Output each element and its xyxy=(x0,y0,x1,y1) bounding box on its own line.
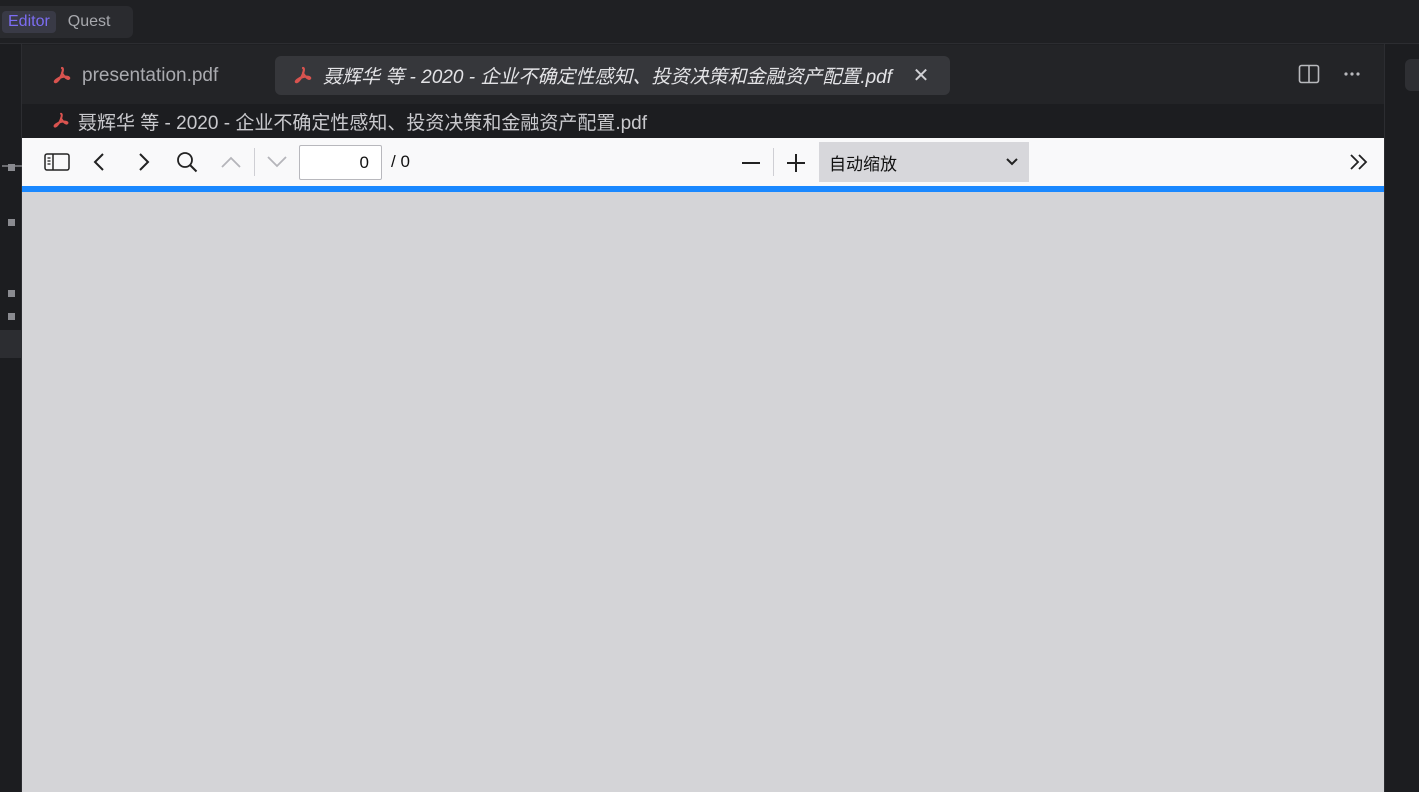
close-icon[interactable]: ✕ xyxy=(910,63,932,88)
pdf-viewer-area[interactable] xyxy=(22,192,1384,792)
pdf-icon xyxy=(53,66,71,83)
right-panel-tab[interactable] xyxy=(1405,59,1419,91)
breadcrumb: 聂辉华 等 - 2020 - 企业不确定性感知、投资决策和金融资产配置.pdf xyxy=(22,104,1384,138)
mode-quest-button[interactable]: Quest xyxy=(62,11,117,33)
zoom-in-icon[interactable] xyxy=(782,148,810,176)
mode-editor-button[interactable]: Editor xyxy=(2,11,56,33)
mode-switch: Editor Quest xyxy=(0,6,133,38)
more-options-icon[interactable] xyxy=(1342,64,1362,84)
tab-label: 聂辉华 等 - 2020 - 企业不确定性感知、投资决策和金融资产配置.pdf xyxy=(323,67,893,88)
tools-menu-icon[interactable] xyxy=(1345,148,1373,176)
rail-handle-icon[interactable] xyxy=(8,290,15,297)
zoom-select-value: 自动缩放 xyxy=(829,154,897,174)
next-page-icon[interactable] xyxy=(129,148,157,176)
zoom-select[interactable]: 自动缩放 xyxy=(819,142,1029,182)
tab-presentation-pdf[interactable]: presentation.pdf xyxy=(32,56,238,95)
rail-handle-icon[interactable] xyxy=(8,219,15,226)
right-rail xyxy=(1384,44,1419,792)
breadcrumb-item[interactable]: 聂辉华 等 - 2020 - 企业不确定性感知、投资决策和金融资产配置.pdf xyxy=(78,108,647,135)
rail-handle-icon[interactable] xyxy=(8,164,15,171)
tab-label: presentation.pdf xyxy=(82,64,219,86)
search-icon[interactable] xyxy=(173,148,201,176)
editor-tab-bar: presentation.pdf 聂辉华 等 - 2020 - 企业不确定性感知… xyxy=(22,45,1384,104)
left-rail xyxy=(0,44,22,792)
pdf-icon xyxy=(53,112,69,128)
zoom-out-icon[interactable] xyxy=(737,148,765,176)
rail-highlight xyxy=(0,330,22,358)
find-next-icon[interactable] xyxy=(263,148,291,176)
split-editor-icon[interactable] xyxy=(1298,63,1320,85)
tab-active-pdf[interactable]: 聂辉华 等 - 2020 - 企业不确定性感知、投资决策和金融资产配置.pdf … xyxy=(275,56,950,95)
rail-handle-icon[interactable] xyxy=(8,313,15,320)
mode-bar: Editor Quest xyxy=(0,0,1419,44)
previous-page-icon[interactable] xyxy=(86,148,114,176)
page-total: / 0 xyxy=(391,152,410,171)
toolbar-separator xyxy=(773,148,774,176)
sidebar-toggle-icon[interactable] xyxy=(43,148,71,176)
tabbar-actions xyxy=(1298,63,1362,85)
pdf-toolbar: 0 / 0 自动缩放 xyxy=(22,138,1384,186)
find-previous-icon[interactable] xyxy=(217,148,245,176)
page-number-input[interactable]: 0 xyxy=(299,145,382,180)
pdf-icon xyxy=(294,66,312,83)
chevron-down-icon xyxy=(1006,158,1018,166)
toolbar-separator xyxy=(254,148,255,176)
